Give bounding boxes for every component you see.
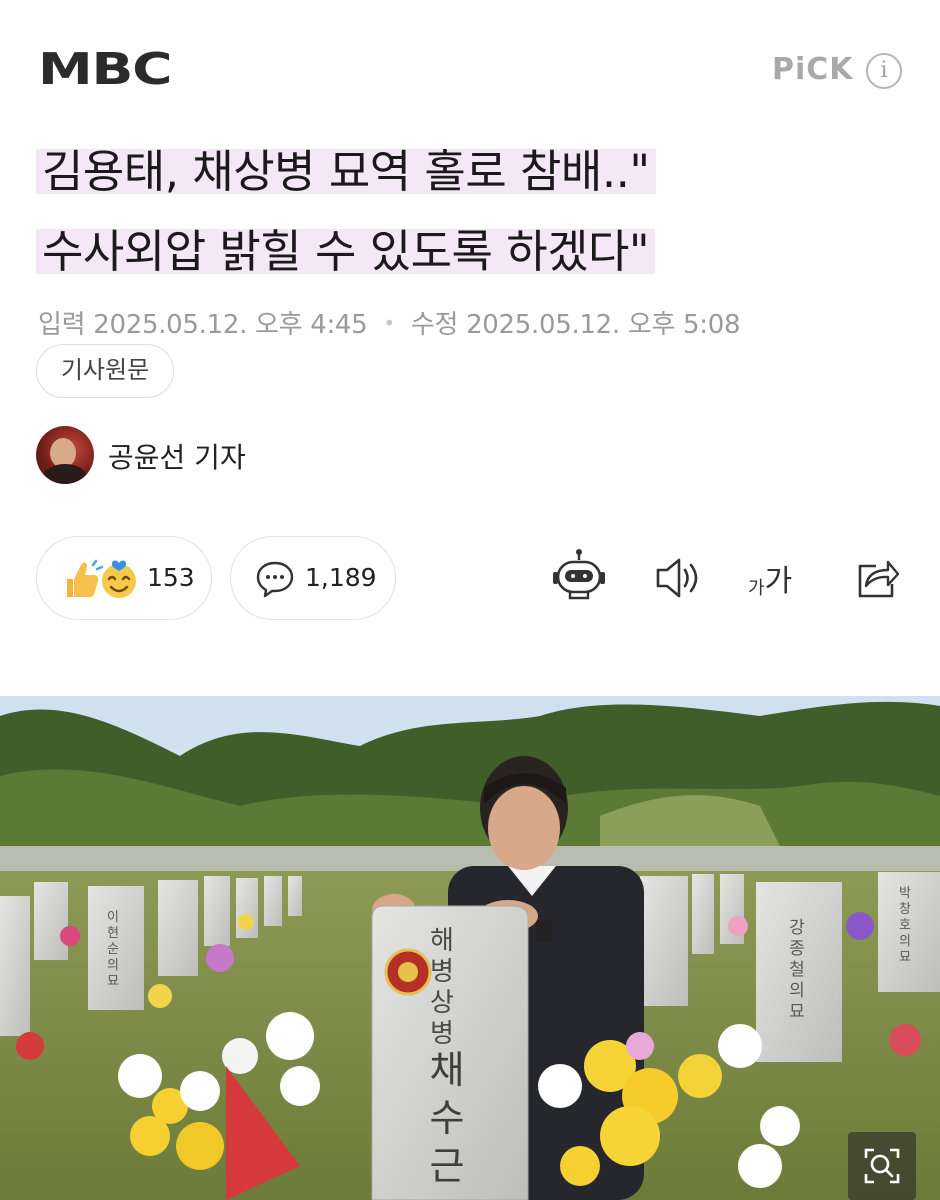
headline-line-2: 수사외압 밝힐 수 있도록 하겠다" [36,225,656,278]
font-size-button[interactable]: 가가 [748,556,804,616]
input-label: 입력 [38,310,86,340]
separator-dot: • [383,311,395,335]
reaction-emoji-icon [67,559,136,598]
input-time: 2025.05.12. 오후 4:45 [93,310,368,340]
modified-label: 수정 [410,310,459,340]
pick-label[interactable]: PiCK [772,52,854,88]
other-tombstone-1-text: 이현순의묘 [107,910,119,989]
mbc-logo[interactable]: MBC [38,48,173,92]
comment-count: 1,189 [305,563,377,592]
other-tombstone-3-text: 박창호의묘 [899,886,911,965]
original-article-button[interactable]: 기사원문 [36,344,174,398]
other-tombstone-2-text: 강종철의묘 [789,918,805,1022]
author-name[interactable]: 공윤선 기자 [108,436,246,476]
font-size-large-label: 가 [764,564,793,599]
info-icon[interactable]: i [866,53,902,89]
comment-bubble-icon [256,561,294,598]
modified-time: 2025.05.12. 오후 5:08 [466,310,741,340]
zoom-search-icon [864,1148,900,1184]
expand-image-button[interactable] [848,1132,916,1200]
tombstone-name-text: 채수근 [429,1048,465,1188]
article-photo[interactable]: 해병상병 채수근 이현순의묘 강종철의묘 박창호의묘 [0,696,940,1200]
speaker-icon[interactable] [654,548,702,608]
reaction-count: 153 [147,563,195,592]
top-bar: MBC PiCK i [0,0,940,120]
font-size-small-label: 가 [748,578,765,599]
article-timestamps: 입력 2025.05.12. 오후 4:45 • 수정 2025.05.12. … [38,304,741,341]
tombstone-rank-text: 해병상병 [430,926,454,1049]
ai-summary-robot-icon[interactable] [552,548,606,608]
article-headline: 김용태, 채상병 묘역 홀로 참배.." 수사외압 밝힐 수 있도록 하겠다" [36,132,896,292]
comment-button[interactable]: 1,189 [230,536,396,620]
author-avatar[interactable] [36,426,94,484]
avatar-body [42,464,88,484]
headline-line-1: 김용태, 채상병 묘역 홀로 참배.." [36,145,656,198]
share-icon[interactable] [852,548,900,608]
reaction-button[interactable]: 153 [36,536,212,620]
